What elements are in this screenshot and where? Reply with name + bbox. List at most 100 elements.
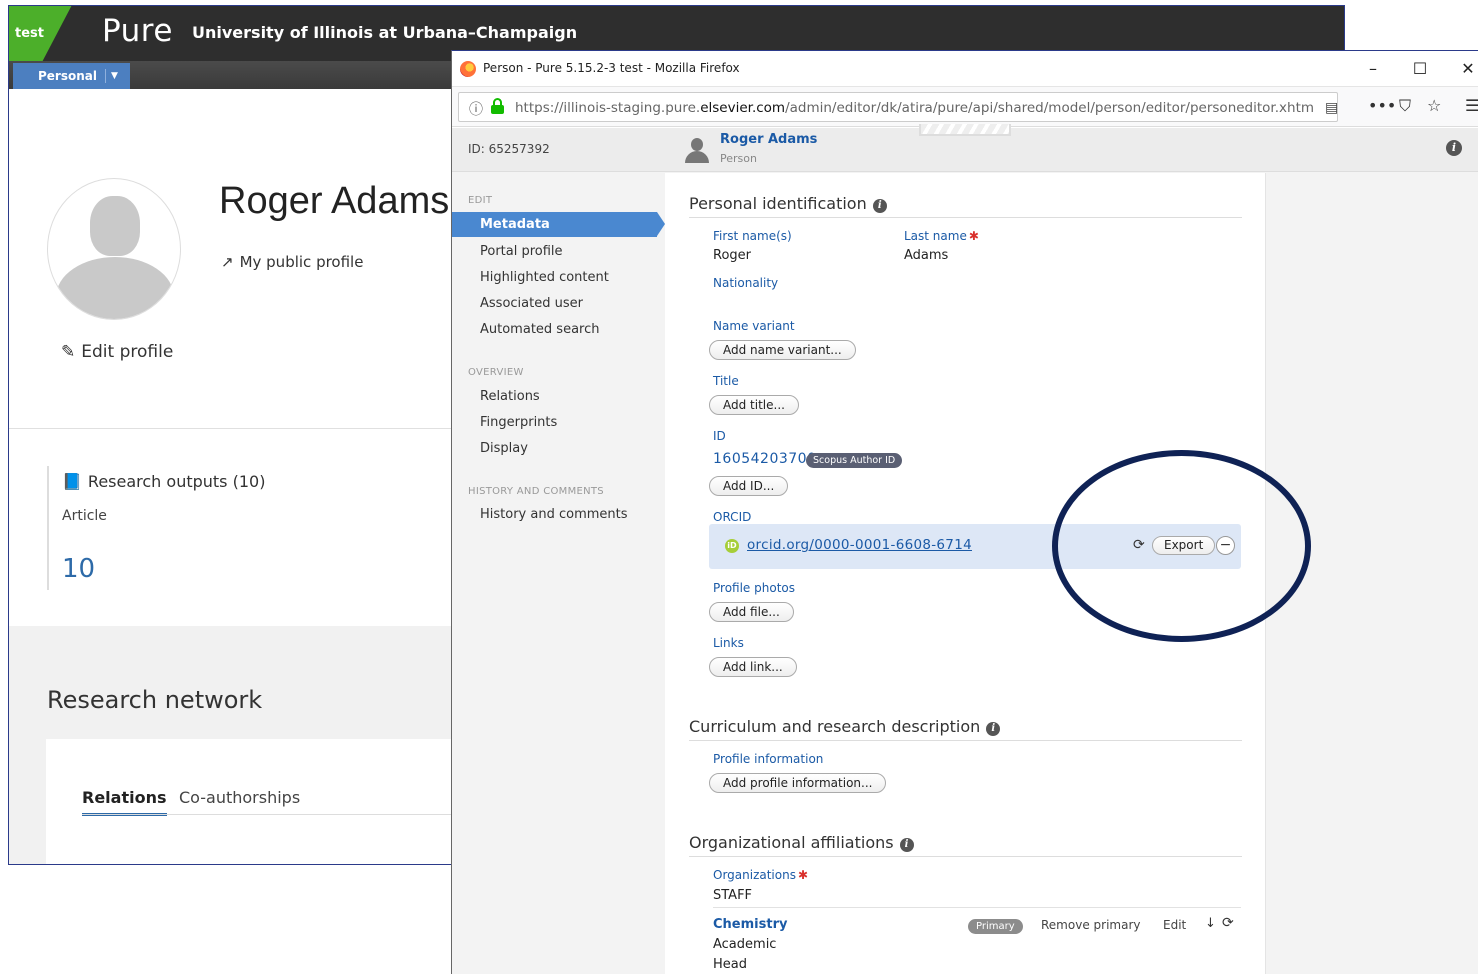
- browser-toolbar: ⓘ https://illinois-staging.pure.elsevier…: [452, 87, 1478, 127]
- add-profile-information-button[interactable]: Add profile information...: [709, 773, 887, 793]
- pocket-icon[interactable]: ⛉: [1399, 96, 1411, 116]
- drag-handle[interactable]: [919, 124, 1011, 136]
- chevron-down-icon[interactable]: ▼: [111, 71, 118, 81]
- sidebar-item-relations[interactable]: Relations: [480, 389, 540, 404]
- name-variant-label: Name variant: [713, 319, 795, 333]
- editor-person-name: Roger Adams: [720, 132, 818, 147]
- add-file-button[interactable]: Add file...: [709, 602, 794, 622]
- personal-menu-label: Personal: [38, 69, 97, 83]
- maximize-button[interactable]: ☐: [1407, 57, 1433, 81]
- external-arrow-icon: ↗: [221, 253, 234, 271]
- tab-relations[interactable]: Relations: [82, 788, 167, 816]
- public-profile-label: My public profile: [239, 253, 364, 271]
- primary-badge: Primary: [968, 919, 1023, 934]
- research-output-count[interactable]: 10: [62, 554, 95, 584]
- first-name-value[interactable]: Roger: [713, 248, 751, 263]
- edit-profile-link[interactable]: ✎ Edit profile: [61, 342, 173, 362]
- research-output-type: Article: [62, 508, 107, 524]
- hamburger-menu-icon[interactable]: ☰: [1465, 96, 1478, 115]
- book-icon: 📘: [62, 472, 82, 491]
- add-link-button[interactable]: Add link...: [709, 657, 797, 677]
- section-title-affiliations: Organizational affiliations i: [689, 833, 914, 852]
- button-separator: [105, 69, 106, 83]
- links-label: Links: [713, 636, 744, 650]
- divider: [713, 907, 1241, 908]
- url-bar[interactable]: ⓘ https://illinois-staging.pure.elsevier…: [458, 92, 1338, 122]
- section-title-label: Organizational affiliations: [689, 833, 894, 852]
- sidebar-item-metadata[interactable]: Metadata: [452, 212, 665, 237]
- remove-primary-button[interactable]: Remove primary: [1041, 918, 1140, 932]
- avatar-head-shape: [90, 196, 140, 256]
- info-icon[interactable]: i: [1446, 140, 1462, 156]
- organization-name[interactable]: Chemistry: [713, 917, 787, 932]
- pencil-icon: ✎: [61, 342, 76, 362]
- orcid-icon: iD: [725, 539, 739, 553]
- sync-icon[interactable]: ⟳: [1222, 915, 1234, 931]
- sidebar-item-display[interactable]: Display: [480, 441, 528, 456]
- more-actions-icon[interactable]: •••: [1368, 96, 1396, 115]
- id-type-badge: Scopus Author ID: [806, 453, 903, 468]
- research-network-title: Research network: [47, 686, 263, 714]
- first-name-label: First name(s): [713, 229, 792, 243]
- tab-co-authorships[interactable]: Co-authorships: [179, 788, 300, 807]
- orcid-link[interactable]: orcid.org/0000-0001-6608-6714: [747, 537, 972, 553]
- organization-type: Academic: [713, 937, 777, 952]
- section-title-label: Curriculum and research description: [689, 717, 981, 736]
- edit-profile-label: Edit profile: [81, 342, 174, 362]
- add-title-button[interactable]: Add title...: [709, 395, 799, 415]
- section-divider: [689, 740, 1242, 741]
- url-prefix: https://illinois-staging.pure.: [515, 100, 701, 116]
- last-name-value[interactable]: Adams: [904, 248, 948, 263]
- required-asterisk-icon: ✱: [797, 868, 809, 882]
- last-name-label: Last name ✱: [904, 229, 979, 243]
- sidebar-item-highlighted-content[interactable]: Highlighted content: [480, 270, 609, 285]
- add-name-variant-button[interactable]: Add name variant...: [709, 340, 856, 360]
- profile-photos-label: Profile photos: [713, 581, 795, 595]
- title-label: Title: [713, 374, 739, 388]
- public-profile-link[interactable]: ↗ My public profile: [221, 253, 363, 271]
- editor-content-type: Person: [720, 152, 757, 165]
- window-titlebar[interactable]: Person - Pure 5.15.2-3 test - Mozilla Fi…: [452, 51, 1478, 87]
- help-icon[interactable]: i: [986, 722, 1001, 736]
- avatar: [47, 178, 181, 320]
- organization-name: University of Illinois at Urbana–Champai…: [192, 23, 578, 42]
- firefox-icon: [460, 61, 476, 77]
- section-title-personal-identification: Personal identification i: [689, 194, 887, 213]
- reader-view-icon[interactable]: ▤: [1325, 100, 1338, 116]
- close-button[interactable]: ✕: [1455, 57, 1478, 81]
- content-id: ID: 65257392: [468, 142, 550, 156]
- help-icon[interactable]: i: [872, 199, 887, 213]
- sidebar-item-associated-user[interactable]: Associated user: [480, 296, 583, 311]
- sidebar-section-history: HISTORY AND COMMENTS: [468, 486, 604, 497]
- url-suffix: /admin/editor/dk/atira/pure/api/shared/m…: [785, 100, 1315, 116]
- profile-information-label: Profile information: [713, 752, 824, 766]
- edit-affiliation-button[interactable]: Edit: [1163, 918, 1186, 932]
- sidebar-item-history-and-comments[interactable]: History and comments: [480, 507, 628, 522]
- research-outputs-label: Research outputs (10): [87, 472, 266, 491]
- personal-menu-button[interactable]: Personal ▼: [13, 63, 130, 89]
- sidebar-section-overview: OVERVIEW: [468, 367, 524, 378]
- sidebar-item-fingerprints[interactable]: Fingerprints: [480, 415, 557, 430]
- nationality-label: Nationality: [713, 276, 779, 290]
- scopus-id-value[interactable]: 16054203700: [713, 451, 816, 467]
- add-id-button[interactable]: Add ID...: [709, 476, 789, 496]
- research-outputs-title[interactable]: 📘 Research outputs (10): [62, 472, 265, 491]
- info-icon[interactable]: ⓘ: [469, 99, 483, 119]
- staff-heading: STAFF: [713, 888, 753, 903]
- pure-logo[interactable]: Pure: [102, 13, 173, 49]
- orcid-label: ORCID: [713, 510, 752, 524]
- sidebar-item-portal-profile[interactable]: Portal profile: [480, 244, 563, 259]
- lock-icon[interactable]: [491, 98, 504, 114]
- url-text[interactable]: https://illinois-staging.pure.elsevier.c…: [515, 100, 1315, 116]
- sidebar-item-automated-search[interactable]: Automated search: [480, 322, 599, 337]
- help-icon[interactable]: i: [899, 838, 914, 852]
- section-title-label: Personal identification: [689, 194, 867, 213]
- window-title: Person - Pure 5.15.2-3 test - Mozilla Fi…: [483, 61, 740, 75]
- minimize-button[interactable]: –: [1360, 57, 1386, 81]
- highlight-circle: [1052, 450, 1311, 642]
- avatar-body-shape: [56, 257, 174, 319]
- editor-header: ID: 65257392 Roger Adams Person i: [452, 124, 1478, 172]
- section-divider: [689, 856, 1242, 857]
- move-down-icon[interactable]: ↓: [1205, 916, 1216, 931]
- bookmark-star-icon[interactable]: ☆: [1427, 96, 1441, 115]
